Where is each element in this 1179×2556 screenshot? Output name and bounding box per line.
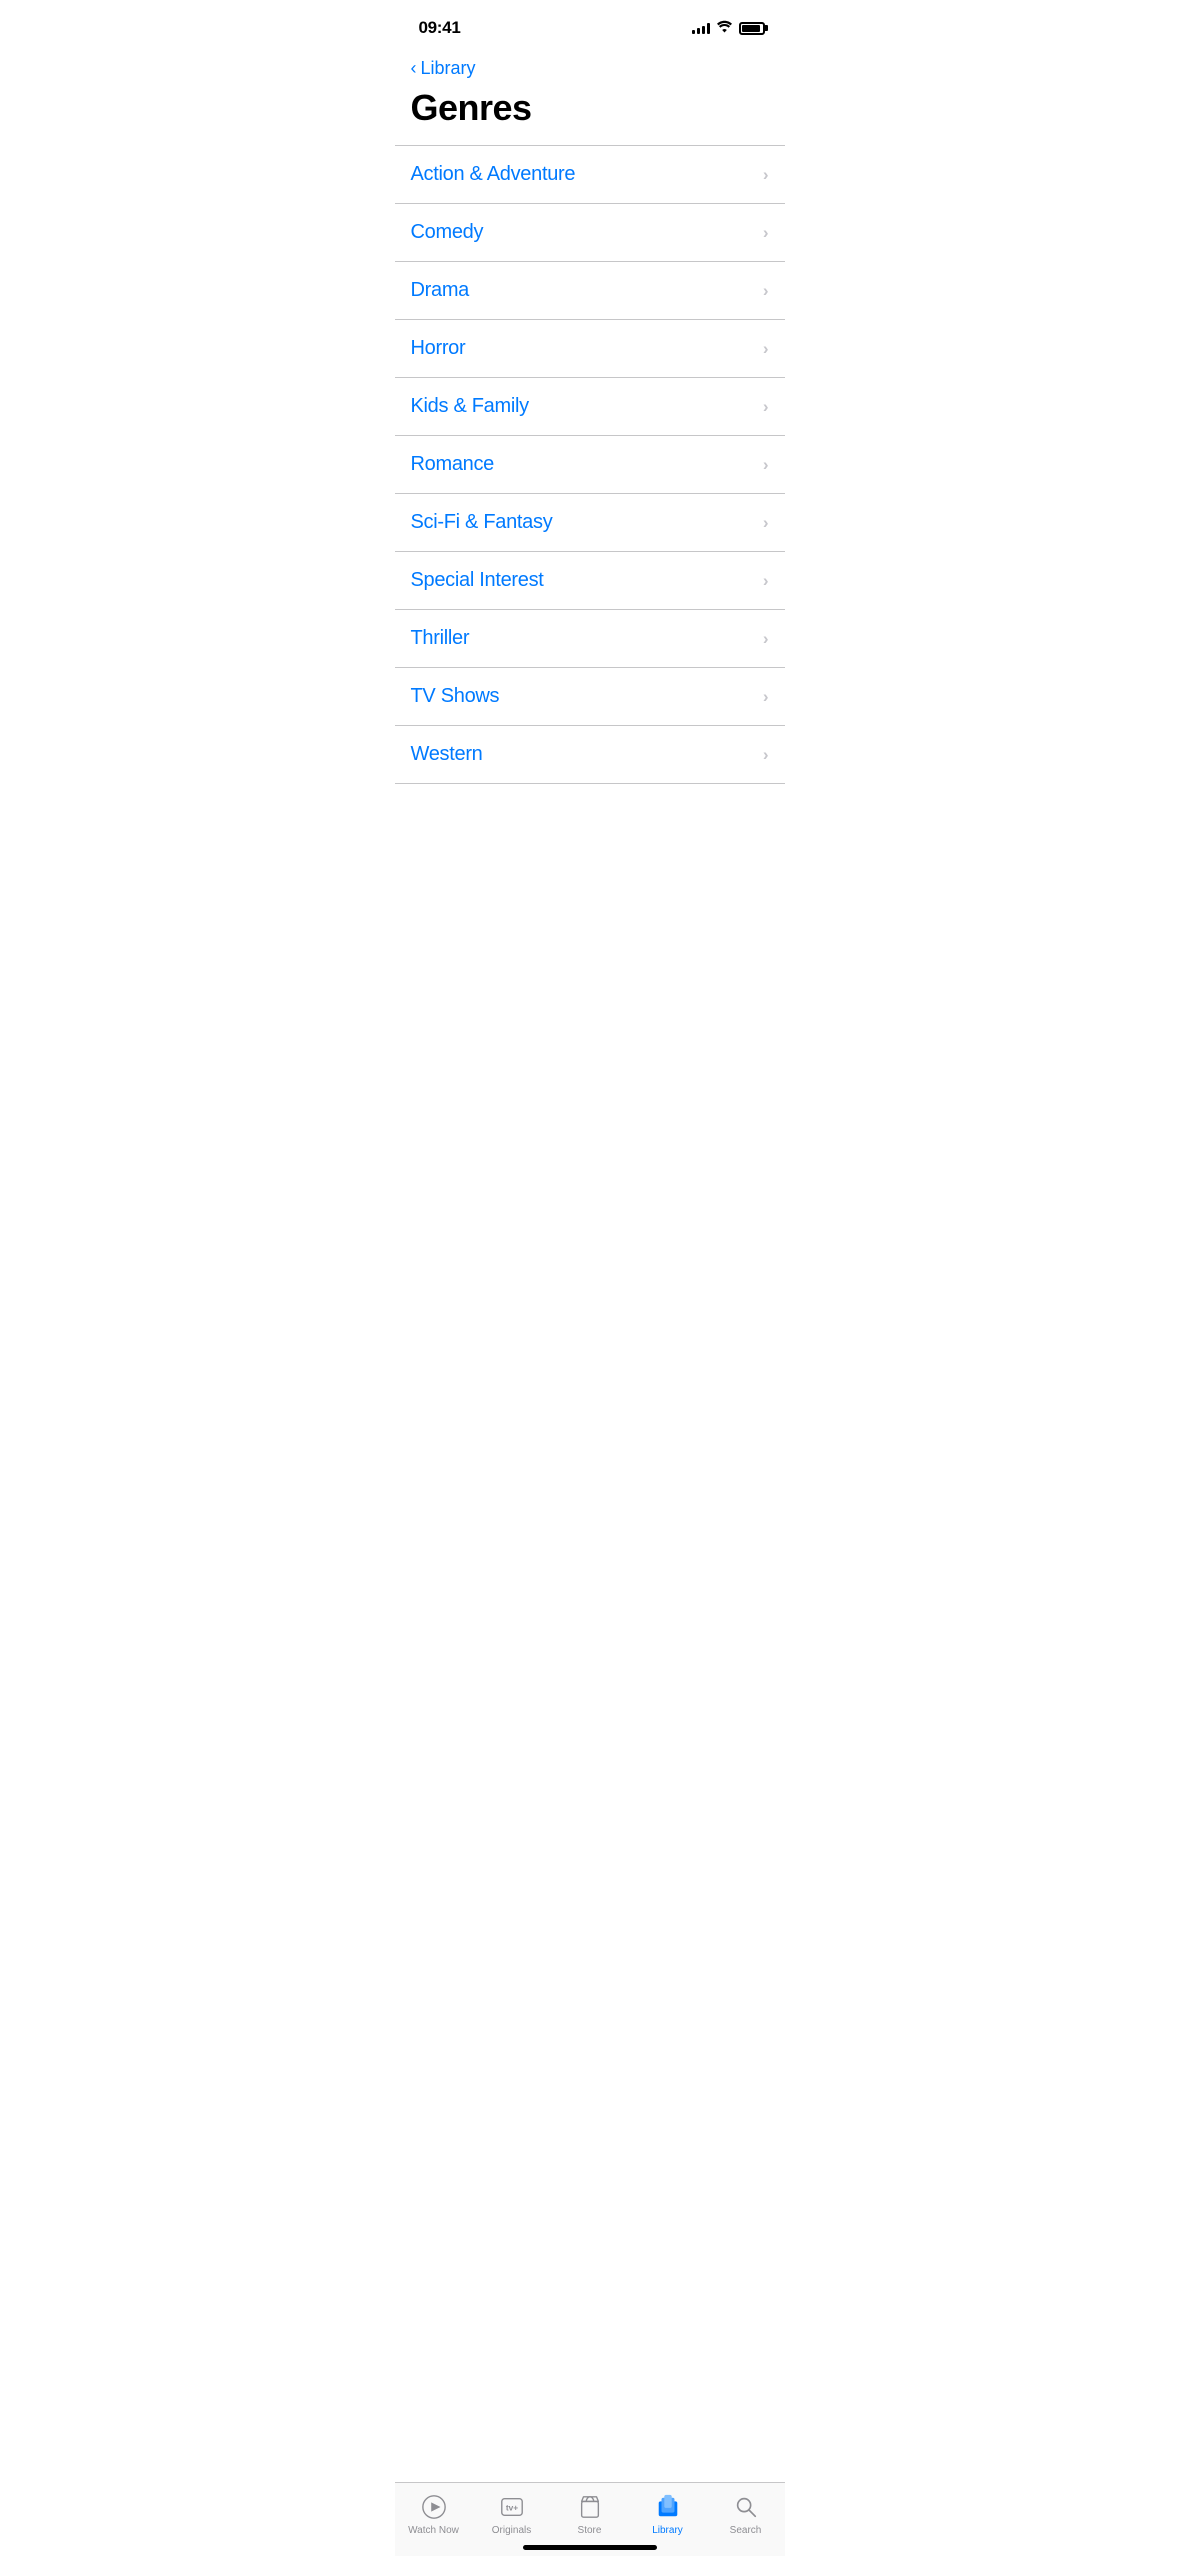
- library-icon: [654, 2493, 682, 2521]
- tab-search[interactable]: Search: [716, 2493, 776, 2536]
- genre-item-special-interest[interactable]: Special Interest ›: [395, 552, 785, 610]
- genre-item-action-adventure[interactable]: Action & Adventure ›: [395, 145, 785, 204]
- tab-library[interactable]: Library: [638, 2493, 698, 2536]
- tab-originals-label: Originals: [492, 2525, 531, 2536]
- store-icon: [576, 2493, 604, 2521]
- genre-chevron-tv-shows: ›: [763, 687, 769, 707]
- genre-item-comedy[interactable]: Comedy ›: [395, 204, 785, 262]
- genre-name-tv-shows: TV Shows: [411, 685, 500, 708]
- genre-name-sci-fi-fantasy: Sci-Fi & Fantasy: [411, 511, 553, 534]
- wifi-icon: [716, 20, 733, 36]
- tab-watch-now[interactable]: Watch Now: [404, 2493, 464, 2536]
- back-label: Library: [421, 58, 476, 79]
- originals-icon: tv+: [498, 2493, 526, 2521]
- genre-chevron-sci-fi-fantasy: ›: [763, 513, 769, 533]
- genre-item-horror[interactable]: Horror ›: [395, 320, 785, 378]
- battery-icon: [739, 22, 765, 35]
- tab-watch-now-label: Watch Now: [408, 2525, 459, 2536]
- tab-store-label: Store: [578, 2525, 602, 2536]
- genre-name-action-adventure: Action & Adventure: [411, 163, 576, 186]
- status-time: 09:41: [419, 18, 461, 38]
- search-icon: [732, 2493, 760, 2521]
- genre-chevron-romance: ›: [763, 455, 769, 475]
- genre-list: Action & Adventure›Comedy›Drama›Horror›K…: [395, 145, 785, 784]
- genre-name-western: Western: [411, 743, 483, 766]
- genre-chevron-action-adventure: ›: [763, 165, 769, 185]
- watch-now-icon: [420, 2493, 448, 2521]
- back-navigation[interactable]: ‹ Library: [395, 50, 785, 79]
- tab-originals[interactable]: tv+ Originals: [482, 2493, 542, 2536]
- genre-name-drama: Drama: [411, 279, 470, 302]
- genre-name-romance: Romance: [411, 453, 495, 476]
- tab-store[interactable]: Store: [560, 2493, 620, 2536]
- tab-library-label: Library: [652, 2525, 683, 2536]
- genre-item-thriller[interactable]: Thriller ›: [395, 610, 785, 668]
- genre-name-special-interest: Special Interest: [411, 569, 544, 592]
- genre-chevron-western: ›: [763, 745, 769, 765]
- genre-name-horror: Horror: [411, 337, 466, 360]
- genre-item-western[interactable]: Western ›: [395, 726, 785, 784]
- page-title: Genres: [395, 79, 785, 145]
- genre-chevron-special-interest: ›: [763, 571, 769, 591]
- genre-item-tv-shows[interactable]: TV Shows ›: [395, 668, 785, 726]
- genre-name-thriller: Thriller: [411, 627, 470, 650]
- genre-chevron-horror: ›: [763, 339, 769, 359]
- genre-chevron-kids-family: ›: [763, 397, 769, 417]
- genre-name-comedy: Comedy: [411, 221, 484, 244]
- home-indicator: [523, 2545, 657, 2550]
- back-chevron-icon: ‹: [411, 58, 417, 79]
- genre-chevron-comedy: ›: [763, 223, 769, 243]
- genre-name-kids-family: Kids & Family: [411, 395, 529, 418]
- genre-item-sci-fi-fantasy[interactable]: Sci-Fi & Fantasy ›: [395, 494, 785, 552]
- genre-chevron-thriller: ›: [763, 629, 769, 649]
- genre-item-romance[interactable]: Romance ›: [395, 436, 785, 494]
- genre-chevron-drama: ›: [763, 281, 769, 301]
- tab-search-label: Search: [730, 2525, 762, 2536]
- svg-text:tv+: tv+: [505, 2503, 517, 2513]
- genre-item-drama[interactable]: Drama ›: [395, 262, 785, 320]
- status-bar: 09:41: [395, 0, 785, 50]
- signal-icon: [692, 22, 710, 34]
- genre-item-kids-family[interactable]: Kids & Family ›: [395, 378, 785, 436]
- status-icons: [692, 20, 765, 36]
